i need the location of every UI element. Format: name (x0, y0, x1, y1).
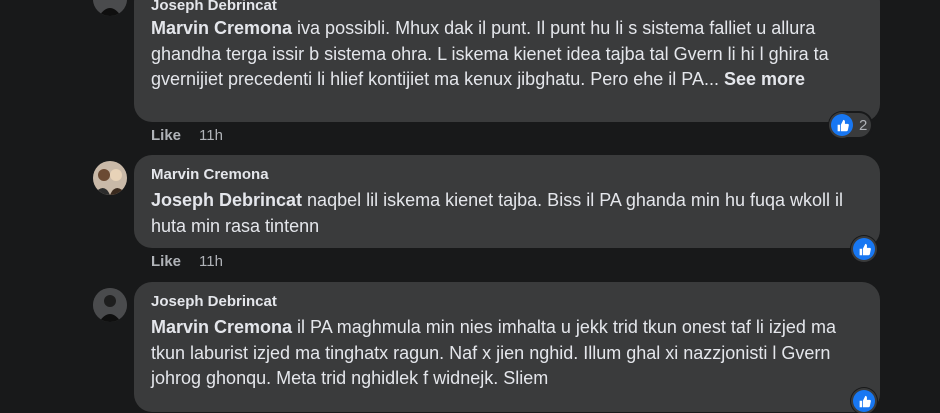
reaction-count[interactable] (852, 389, 876, 413)
comment-author[interactable]: Joseph Debrincat (151, 292, 864, 312)
comment-author[interactable]: Marvin Cremona (151, 165, 864, 185)
comment-actions: Like 11h (151, 127, 223, 144)
commenter-avatar[interactable] (93, 0, 127, 16)
comment-bubble: Joseph Debrincat Marvin Cremona il PA ma… (134, 282, 880, 412)
like-reaction-icon (853, 238, 875, 260)
comment-bubble: Joseph Debrincat Marvin Cremona iva poss… (134, 0, 880, 122)
comment-mention[interactable]: Joseph Debrincat (151, 190, 302, 210)
comment-timestamp[interactable]: 11h (199, 127, 223, 144)
commenter-avatar[interactable] (93, 288, 127, 322)
comment-mention[interactable]: Marvin Cremona (151, 18, 292, 38)
reaction-count[interactable]: 2 (830, 113, 872, 137)
comment-text: Marvin Cremona il PA maghmula min nies i… (151, 317, 836, 388)
comment-actions: Like 11h (151, 253, 223, 270)
reaction-count-label: 2 (859, 116, 868, 134)
comment-bubble: Marvin Cremona Joseph Debrincat naqbel l… (134, 155, 880, 248)
comment-text: Joseph Debrincat naqbel lil iskema kiene… (151, 190, 844, 236)
reaction-count[interactable] (852, 237, 876, 261)
like-reaction-icon (853, 390, 875, 412)
commenter-avatar[interactable] (93, 161, 127, 195)
like-reaction-icon (831, 114, 853, 136)
comment-text: Marvin Cremona iva possibli. Mhux dak il… (151, 18, 829, 89)
comment-author[interactable]: Joseph Debrincat (151, 0, 864, 16)
like-button[interactable]: Like (151, 253, 181, 270)
like-button[interactable]: Like (151, 127, 181, 144)
comment-mention[interactable]: Marvin Cremona (151, 317, 292, 337)
comment-timestamp[interactable]: 11h (199, 253, 223, 270)
see-more-link[interactable]: See more (724, 69, 805, 89)
